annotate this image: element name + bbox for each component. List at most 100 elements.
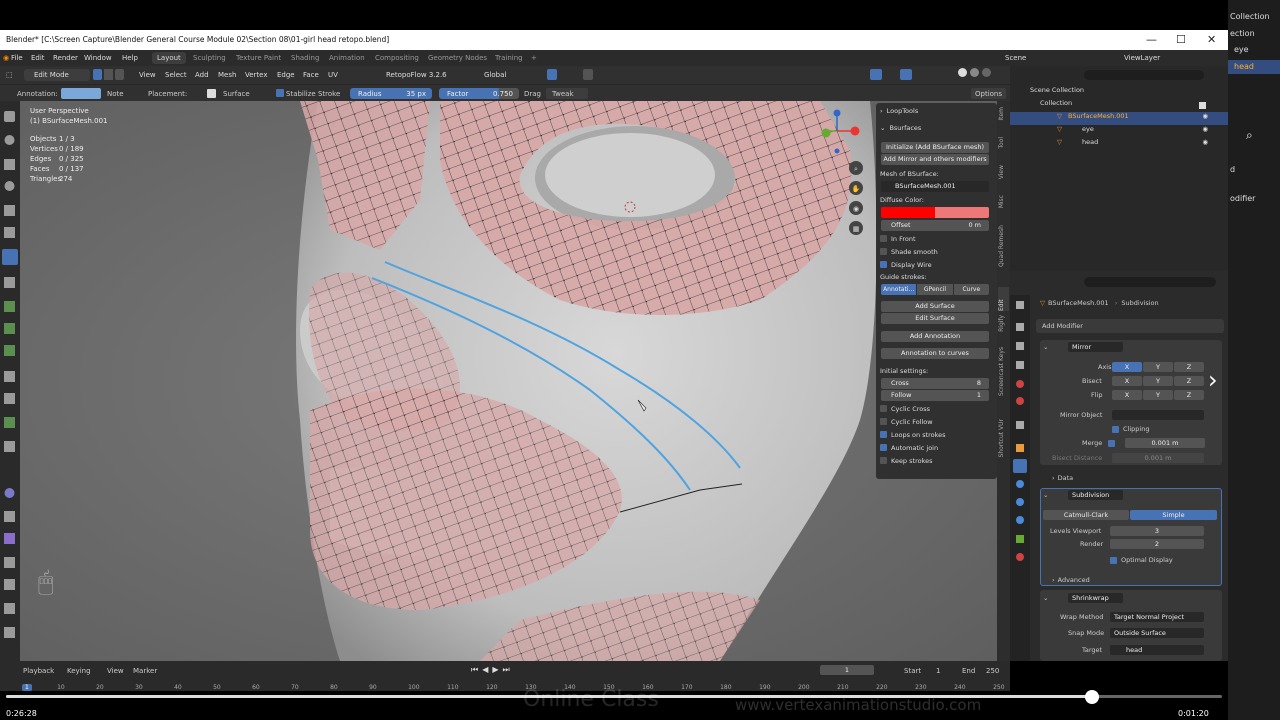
mirror-name-field[interactable]: Mirror [1068, 342, 1123, 352]
mode-selector[interactable]: Edit Mode [24, 69, 90, 81]
tab-view[interactable]: View [998, 165, 1005, 179]
merge-checkbox[interactable]: Merge [1082, 439, 1119, 447]
add-modifier-button[interactable]: Add Modifier [1036, 319, 1224, 333]
keep-strokes-checkbox[interactable]: Keep strokes [880, 455, 993, 466]
scene-selector[interactable]: Scene [1005, 54, 1026, 62]
eye-visibility-icon[interactable]: ◉ [1202, 125, 1208, 133]
menu-edit[interactable]: Edit [31, 54, 45, 62]
tab-screencast-keys[interactable]: Screencast Keys [998, 347, 1005, 396]
menu-render[interactable]: Render [53, 54, 78, 62]
workspace-tab-sculpting[interactable]: Sculpting [193, 54, 226, 62]
keying-menu[interactable]: Keying [67, 667, 91, 675]
menu-edge[interactable]: Edge [277, 71, 295, 79]
add-workspace-button[interactable]: + [531, 54, 537, 62]
options-dropdown[interactable]: Options [971, 88, 1007, 99]
playback-controls[interactable]: ⏮◀▶⏭ [471, 665, 514, 675]
flip-axis-x[interactable]: X [1112, 390, 1142, 400]
tab-misc[interactable]: Misc [998, 195, 1005, 208]
scene-props-icon[interactable] [1016, 380, 1024, 388]
menu-select[interactable]: Select [165, 71, 187, 79]
object-props-icon[interactable] [1016, 444, 1024, 452]
move-tool-icon[interactable] [4, 159, 15, 170]
constraints-props-icon[interactable] [1016, 516, 1024, 524]
flip-axis-y[interactable]: Y [1143, 390, 1173, 400]
annotation-to-curves-button[interactable]: Annotation to curves [881, 348, 989, 359]
looptools-header[interactable]: › LoopTools [880, 105, 993, 116]
proportional-edit-icon[interactable] [583, 69, 593, 80]
sculpt-tool-icon[interactable] [4, 603, 15, 614]
stabilize-checkbox[interactable] [276, 89, 284, 97]
bsurfaces-header[interactable]: ⌄ Bsurfaces [880, 122, 993, 133]
menu-add[interactable]: Add [195, 71, 209, 79]
automatic-join-checkbox[interactable]: Automatic join [880, 442, 993, 453]
maximize-button[interactable]: ☐ [1176, 33, 1186, 46]
levels-viewport-field[interactable]: 3 [1110, 526, 1204, 536]
select-tool-icon[interactable] [4, 111, 15, 122]
outliner-item-eye[interactable]: ▽ eye ◉ [1010, 125, 1228, 138]
transform-orientation-selector[interactable]: Global [484, 71, 506, 79]
simple-button[interactable]: Simple [1130, 510, 1217, 520]
edge-slide-tool-icon[interactable] [4, 511, 15, 522]
rip-tool-icon[interactable] [4, 579, 15, 590]
solid-shading-icon[interactable] [958, 68, 967, 77]
workspace-tab-geometry-nodes[interactable]: Geometry Nodes [428, 54, 487, 62]
subdivision-collapse-icon[interactable]: ⌄ [1043, 491, 1048, 499]
shrinkwrap-collapse-icon[interactable]: ⌄ [1043, 594, 1048, 602]
cursor-tool-icon[interactable] [4, 135, 15, 145]
extra-tool-icon[interactable] [4, 627, 15, 638]
menu-face[interactable]: Face [303, 71, 319, 79]
tab-rigify[interactable]: Rigify [998, 315, 1005, 332]
menu-file[interactable]: File [11, 54, 23, 62]
annotate-tool-icon[interactable] [2, 249, 18, 265]
retopoflow-menu[interactable]: RetopoFlow 3.2.6 [386, 71, 447, 79]
render-levels-field[interactable]: 2 [1110, 539, 1204, 549]
annotation-layer-selector[interactable]: Note [107, 90, 124, 98]
shear-tool-icon[interactable] [4, 557, 15, 568]
cyclic-follow-checkbox[interactable]: Cyclic Follow [880, 416, 993, 427]
tab-tool[interactable]: Tool [998, 137, 1005, 149]
workspace-tab-compositing[interactable]: Compositing [375, 54, 419, 62]
bisect-axis-z[interactable]: Z [1174, 376, 1204, 386]
tab-quad-remesh[interactable]: Quad Remesh [998, 225, 1005, 267]
vertex-select-icon[interactable] [93, 69, 102, 80]
initialize-bsurface-button[interactable]: Initialize (Add BSurface mesh) [881, 142, 989, 153]
add-mirror-modifiers-button[interactable]: Add Mirror and others modifiers [881, 154, 989, 165]
wrap-method-select[interactable]: Target Normal Project [1110, 612, 1204, 622]
menu-window[interactable]: Window [84, 54, 112, 62]
outliner-item-bsurfacemesh[interactable]: ▽ BSurfaceMesh.001 ◉ [1010, 112, 1228, 125]
transform-tool-icon[interactable] [4, 227, 15, 238]
menu-view[interactable]: View [139, 71, 156, 79]
merge-distance-field[interactable]: 0.001 m [1125, 438, 1205, 448]
measure-tool-icon[interactable] [4, 277, 15, 288]
bsurface-mesh-field[interactable]: BSurfaceMesh.001 [881, 181, 989, 192]
smooth-tool-icon[interactable] [4, 488, 15, 498]
mirror-object-field[interactable] [1112, 410, 1204, 420]
subdivision-name-field[interactable]: Subdivision [1068, 490, 1123, 500]
drag-selector[interactable]: Tweak [546, 88, 588, 99]
menu-mesh[interactable]: Mesh [218, 71, 236, 79]
view-layer-props-icon[interactable] [1016, 361, 1024, 369]
tab-shortcut-vur[interactable]: Shortcut VUr [998, 419, 1005, 457]
physics-props-icon[interactable] [1016, 498, 1024, 506]
edge-select-icon[interactable] [104, 69, 113, 80]
chevron-right-icon[interactable]: › [1208, 366, 1218, 394]
clipping-checkbox[interactable]: Clipping [1112, 425, 1149, 433]
menu-uv[interactable]: UV [328, 71, 338, 79]
material-props-icon[interactable] [1016, 553, 1024, 561]
mirror-data-subpanel[interactable]: › Data [1052, 474, 1073, 482]
add-surface-button[interactable]: Add Surface [881, 301, 989, 312]
placement-selector[interactable]: Surface [223, 90, 250, 98]
render-props-icon[interactable] [1016, 323, 1024, 331]
viewlayer-selector[interactable]: ViewLayer [1124, 54, 1160, 62]
scale-tool-icon[interactable] [4, 205, 15, 216]
edit-surface-button[interactable]: Edit Surface [881, 313, 989, 324]
bisect-axis-x[interactable]: X [1112, 376, 1142, 386]
output-props-icon[interactable] [1016, 342, 1024, 350]
editor-type-icon[interactable]: ⬚ [6, 71, 13, 79]
outliner-collection[interactable]: Collection [1010, 99, 1228, 112]
workspace-tab-training[interactable]: Training [495, 54, 523, 62]
particles-props-icon[interactable] [1016, 480, 1024, 488]
material-shading-icon[interactable] [970, 68, 979, 77]
cross-field[interactable]: Cross 8 [881, 378, 989, 389]
display-wire-checkbox[interactable]: Display Wire [880, 259, 993, 270]
